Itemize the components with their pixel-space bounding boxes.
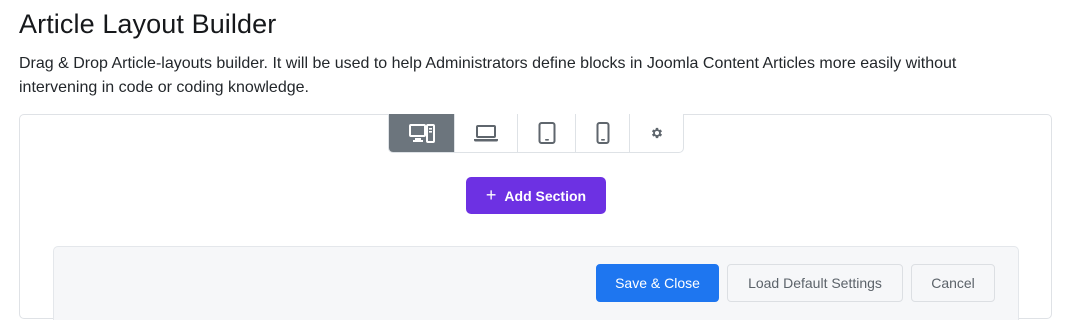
device-toolbar: [388, 114, 684, 153]
tablet-icon: [538, 122, 555, 144]
action-footer: Save & Close Load Default Settings Cance…: [53, 246, 1019, 320]
save-close-button[interactable]: Save & Close: [596, 264, 719, 302]
device-laptop-button[interactable]: [455, 114, 518, 152]
page-description: Drag & Drop Article-layouts builder. It …: [19, 55, 957, 96]
load-default-settings-button[interactable]: Load Default Settings: [727, 264, 903, 302]
device-desktop-button[interactable]: [389, 114, 455, 152]
add-section-label: Add Section: [504, 187, 587, 204]
page-title: Article Layout Builder: [19, 9, 277, 39]
laptop-icon: [474, 125, 498, 142]
desktop-icon: [408, 124, 435, 143]
gear-icon: [651, 127, 662, 139]
device-tablet-button[interactable]: [518, 114, 576, 152]
plus-icon: +: [485, 184, 497, 205]
layout-builder-panel: + Add Section Save & Close Load Default …: [19, 114, 1052, 320]
add-section-button[interactable]: + Add Section: [466, 177, 606, 214]
cancel-button[interactable]: Cancel: [911, 264, 995, 302]
mobile-icon: [596, 122, 609, 144]
device-mobile-button[interactable]: [576, 114, 630, 152]
settings-button[interactable]: [630, 114, 683, 152]
